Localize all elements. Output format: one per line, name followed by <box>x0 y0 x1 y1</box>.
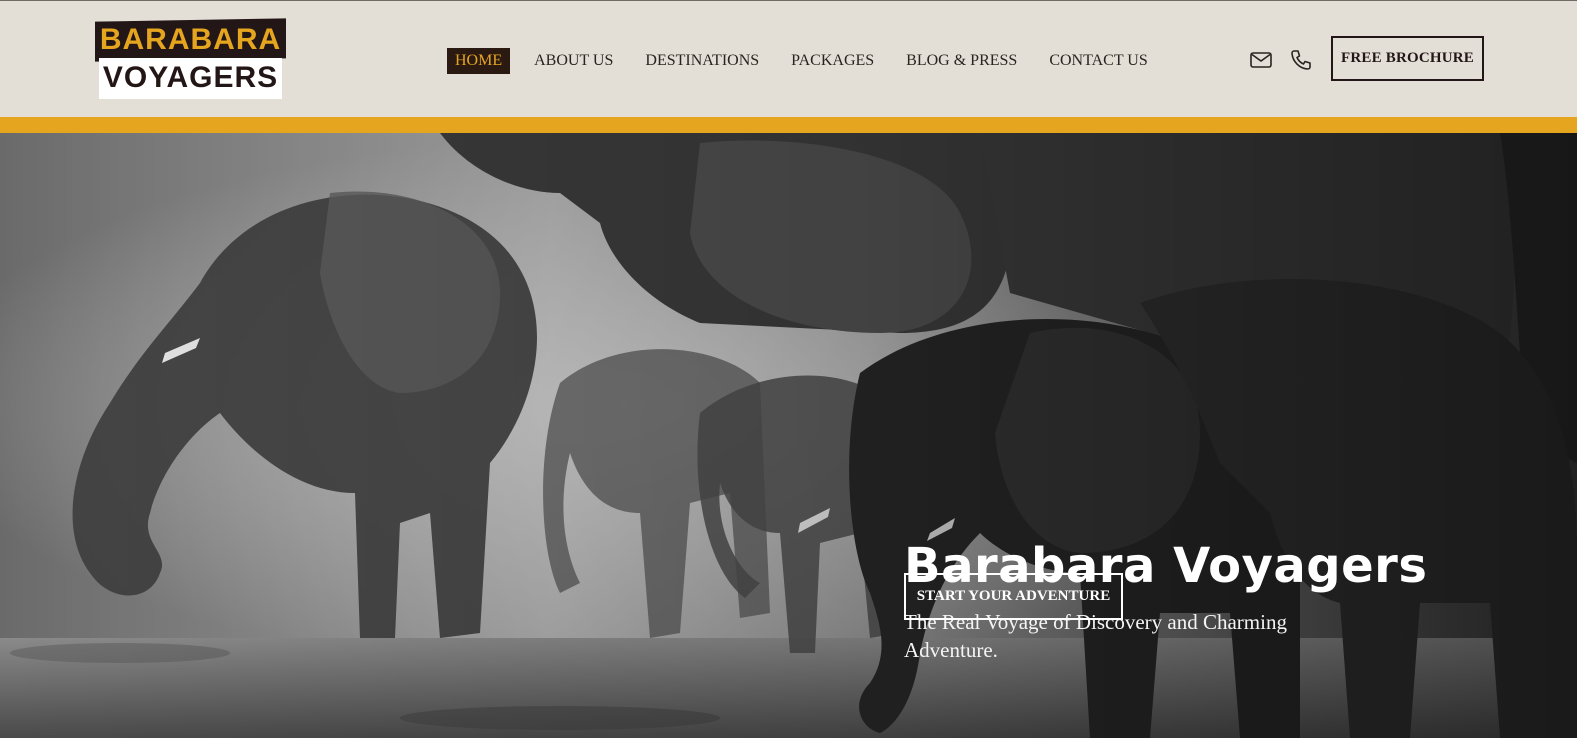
nav-destinations[interactable]: DESTINATIONS <box>637 48 767 74</box>
free-brochure-button[interactable]: FREE BROCHURE <box>1331 36 1484 81</box>
phone-icon[interactable] <box>1289 48 1313 72</box>
start-adventure-button[interactable]: START YOUR ADVENTURE <box>904 573 1123 620</box>
mail-icon[interactable] <box>1249 48 1273 72</box>
logo-text-line1: BARABARA <box>99 23 282 56</box>
hero-section: Barabara Voyagers The Real Voyage of Dis… <box>0 133 1577 738</box>
nav-contact-us[interactable]: CONTACT US <box>1041 48 1155 74</box>
nav-blog-press[interactable]: BLOG & PRESS <box>898 48 1025 74</box>
logo-text-line2: VOYAGERS <box>102 61 279 94</box>
nav-packages[interactable]: PACKAGES <box>783 48 882 74</box>
nav-home[interactable]: HOME <box>447 48 511 74</box>
nav-about-us[interactable]: ABOUT US <box>526 48 621 74</box>
site-logo[interactable]: BARABARA VOYAGERS <box>95 18 286 99</box>
site-header: BARABARA VOYAGERS HOME ABOUT US DESTINAT… <box>0 1 1577 117</box>
main-nav: HOME ABOUT US DESTINATIONS PACKAGES BLOG… <box>447 47 1172 75</box>
header-accent-bar <box>0 117 1577 133</box>
